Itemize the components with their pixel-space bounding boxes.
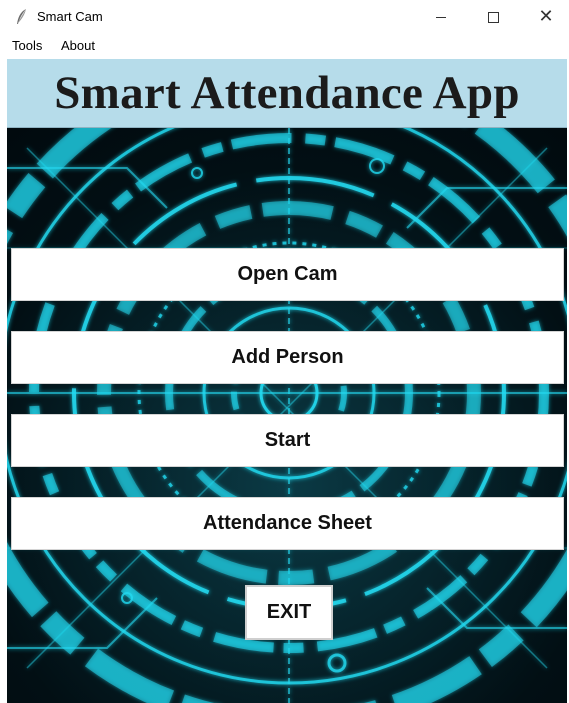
close-button[interactable]: ✕ xyxy=(523,0,569,34)
maximize-button[interactable] xyxy=(470,0,516,34)
feather-icon xyxy=(17,9,26,24)
title-bar: Smart Cam ✕ xyxy=(0,0,569,34)
attendance-sheet-button[interactable]: Attendance Sheet xyxy=(11,497,564,550)
open-cam-button[interactable]: Open Cam xyxy=(11,248,564,301)
menu-item-tools[interactable]: Tools xyxy=(12,38,42,53)
window-title: Smart Cam xyxy=(37,9,103,24)
add-person-button[interactable]: Add Person xyxy=(11,331,564,384)
maximize-icon xyxy=(487,11,499,23)
close-icon: ✕ xyxy=(538,6,554,27)
minimize-icon xyxy=(436,16,446,18)
app-title: Smart Attendance App xyxy=(54,67,520,119)
menu-item-about[interactable]: About xyxy=(61,38,95,53)
exit-button[interactable]: EXIT xyxy=(245,585,333,640)
header-banner: Smart Attendance App xyxy=(7,59,567,128)
start-button[interactable]: Start xyxy=(11,414,564,467)
menu-bar: Tools About xyxy=(0,34,569,56)
minimize-button[interactable] xyxy=(418,0,464,34)
